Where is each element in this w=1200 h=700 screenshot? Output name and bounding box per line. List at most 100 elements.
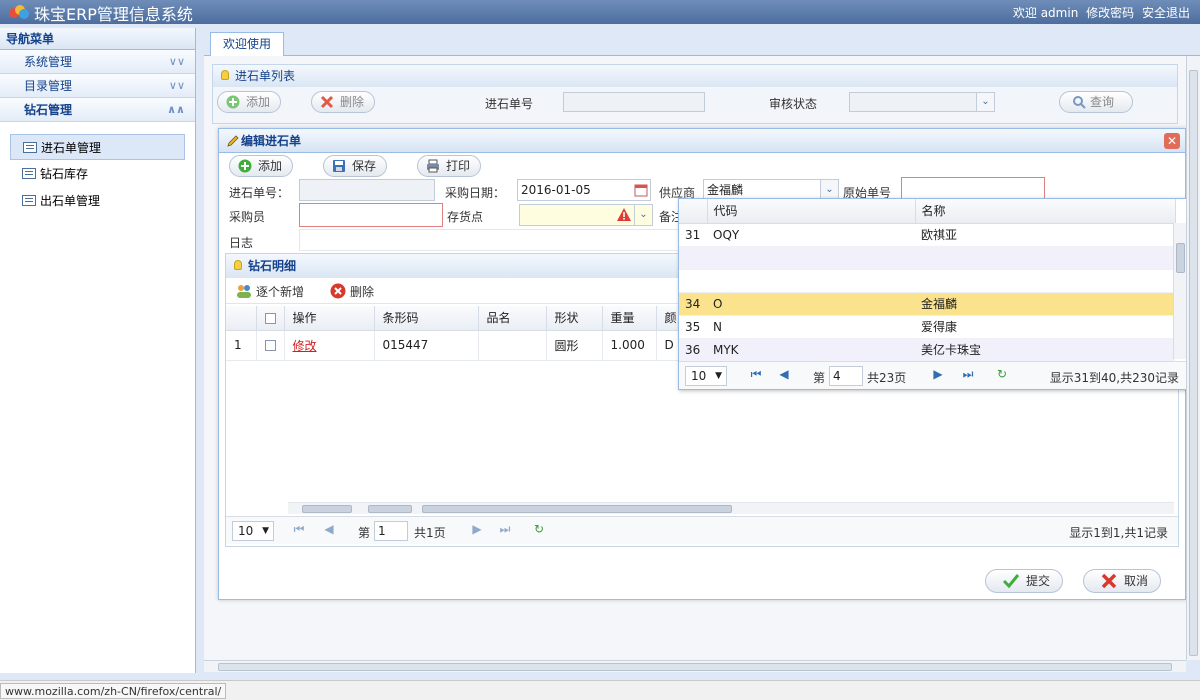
scroll-thumb[interactable]	[1189, 70, 1198, 656]
scroll-thumb[interactable]	[422, 505, 732, 513]
add-each-button[interactable]: 逐个新增	[236, 283, 304, 300]
order-no-field[interactable]	[299, 179, 435, 201]
query-button[interactable]: 查询	[1059, 91, 1134, 113]
status-url: www.mozilla.com/zh-CN/firefox/central/	[0, 683, 227, 699]
storage-select[interactable]: ⌄	[519, 204, 653, 226]
name-cell	[915, 269, 1175, 293]
sidebar-item-label: 出石单管理	[40, 194, 101, 208]
change-password-link[interactable]: 修改密码	[1086, 6, 1134, 20]
page-size-select[interactable]: 10 ▼	[685, 366, 727, 386]
scroll-thumb[interactable]	[1176, 243, 1185, 273]
column-header[interactable]: 名称	[915, 199, 1176, 224]
page-vertical-scrollbar[interactable]	[1186, 56, 1200, 660]
name-cell: 美亿卡珠宝	[915, 338, 1175, 362]
list-delete-button[interactable]: 删除	[311, 91, 376, 113]
page-number-input[interactable]: 1	[374, 521, 408, 541]
select-all-header[interactable]	[256, 306, 285, 331]
column-header[interactable]: 重量	[602, 306, 657, 331]
table-row[interactable]: 36 MYK 美亿卡珠宝	[679, 338, 1175, 362]
table-row[interactable]: 31 OQY 欧祺亚	[679, 223, 1175, 247]
lightbulb-icon	[234, 260, 242, 270]
prev-page-icon[interactable]: ◀	[777, 367, 791, 381]
audit-status-select[interactable]: ⌄	[849, 92, 995, 112]
vertical-scrollbar[interactable]	[1173, 223, 1187, 359]
cancel-button[interactable]: 取消	[1083, 569, 1162, 593]
nav-group-system[interactable]: 系统管理 ∨∨	[0, 50, 195, 74]
scroll-thumb[interactable]	[218, 663, 1172, 671]
page-number-input[interactable]: 4	[829, 366, 863, 386]
page-total: 共1页	[414, 526, 446, 540]
row-number	[679, 269, 707, 293]
page-size-value: 10	[691, 369, 707, 383]
page-size-select[interactable]: 10 ▼	[232, 521, 274, 541]
top-header: 珠宝ERP管理信息系统 欢迎 admin 修改密码 安全退出	[0, 0, 1200, 24]
column-header[interactable]: 代码	[707, 199, 916, 224]
column-header[interactable]: 条形码	[374, 306, 479, 331]
order-no-search-input[interactable]	[563, 92, 705, 112]
select-all-checkbox[interactable]	[264, 312, 276, 324]
purchaser-field[interactable]	[299, 203, 443, 227]
double-chevron-down-icon[interactable]: ∨∨	[169, 50, 185, 74]
next-page-icon[interactable]: ▶	[931, 367, 945, 381]
print-button[interactable]: 打印	[417, 155, 482, 177]
table-row[interactable]: 1 修改 015447 圆形 1.000 D	[226, 330, 687, 361]
table-row[interactable]	[679, 246, 1175, 270]
column-header[interactable]: 操作	[284, 306, 375, 331]
scroll-thumb[interactable]	[302, 505, 352, 513]
prev-page-icon[interactable]: ◀	[322, 522, 336, 536]
browser-status-bar: www.mozilla.com/zh-CN/firefox/central/	[0, 680, 1200, 700]
column-header[interactable]: 形状	[546, 306, 603, 331]
row-checkbox-cell[interactable]	[256, 330, 285, 361]
supplier-pager: 10 ▼ ⏮ ◀ 第 4 共23页 ▶ ⏭ ↻ 显示31到40,共230记录	[679, 361, 1187, 389]
chevron-down-icon[interactable]: ⌄	[820, 180, 838, 200]
table-row[interactable]	[679, 269, 1175, 293]
action-cell: 修改	[284, 330, 375, 361]
nav-group-diamond[interactable]: 钻石管理 ∧∧	[0, 98, 195, 122]
table-row-selected[interactable]: 34 O 金福麟	[679, 292, 1175, 316]
horizontal-scrollbar[interactable]	[288, 502, 1174, 514]
supplier-table: 代码 名称 31 OQY 欧祺亚 34 O 金福麟 35 N 爱得康 36 MY…	[679, 199, 1176, 362]
sidebar-item-purchase-orders[interactable]: 进石单管理	[10, 134, 185, 160]
page-horizontal-scrollbar[interactable]	[204, 660, 1186, 672]
table-row[interactable]: 35 N 爱得康	[679, 315, 1175, 339]
last-page-icon[interactable]: ⏭	[498, 522, 512, 536]
dialog-add-button[interactable]: 添加	[229, 155, 294, 177]
save-button[interactable]: 保存	[323, 155, 388, 177]
tab-welcome[interactable]: 欢迎使用	[210, 32, 285, 56]
chevron-down-icon[interactable]: ⌄	[976, 93, 994, 111]
detail-delete-button[interactable]: 删除	[330, 283, 374, 300]
warning-icon	[617, 208, 631, 221]
submit-button[interactable]: 提交	[985, 569, 1064, 593]
next-page-icon[interactable]: ▶	[470, 522, 484, 536]
list-add-button[interactable]: 添加	[217, 91, 282, 113]
refresh-icon[interactable]: ↻	[995, 367, 1009, 381]
last-page-icon[interactable]: ⏭	[961, 367, 975, 381]
purchaser-label: 采购员	[229, 210, 266, 224]
table-header-row: 代码 名称	[679, 199, 1176, 224]
sidebar-item-diamond-stock[interactable]: 钻石库存	[10, 161, 185, 187]
refresh-icon[interactable]: ↻	[532, 522, 546, 536]
page-total: 共23页	[867, 371, 907, 385]
row-number: 31	[679, 223, 707, 247]
close-icon[interactable]: ✕	[1164, 133, 1180, 149]
supplier-value: 金福麟	[707, 183, 744, 197]
code-cell: N	[707, 315, 915, 339]
sidebar-item-outgoing-orders[interactable]: 出石单管理	[10, 188, 185, 214]
log-field[interactable]	[299, 229, 679, 251]
nav-group-catalog[interactable]: 目录管理 ∨∨	[0, 74, 195, 98]
calendar-icon[interactable]	[634, 183, 648, 197]
first-page-icon[interactable]: ⏮	[292, 522, 306, 536]
table-header-row: 操作 条形码 品名 形状 重量 颜	[226, 306, 687, 331]
row-number: 36	[679, 338, 707, 362]
purchase-date-field[interactable]: 2016-01-05	[517, 179, 651, 201]
row-checkbox[interactable]	[264, 340, 276, 351]
edit-link[interactable]: 修改	[293, 339, 317, 353]
column-header[interactable]: 品名	[478, 306, 547, 331]
dialog-title: 编辑进石单 ✕	[219, 129, 1185, 153]
logout-link[interactable]: 安全退出	[1142, 6, 1190, 20]
first-page-icon[interactable]: ⏮	[749, 367, 763, 381]
double-chevron-down-icon[interactable]: ∨∨	[169, 74, 185, 98]
scroll-thumb[interactable]	[368, 505, 412, 513]
double-chevron-up-icon[interactable]: ∧∧	[167, 98, 185, 122]
chevron-down-icon[interactable]: ⌄	[634, 205, 652, 225]
